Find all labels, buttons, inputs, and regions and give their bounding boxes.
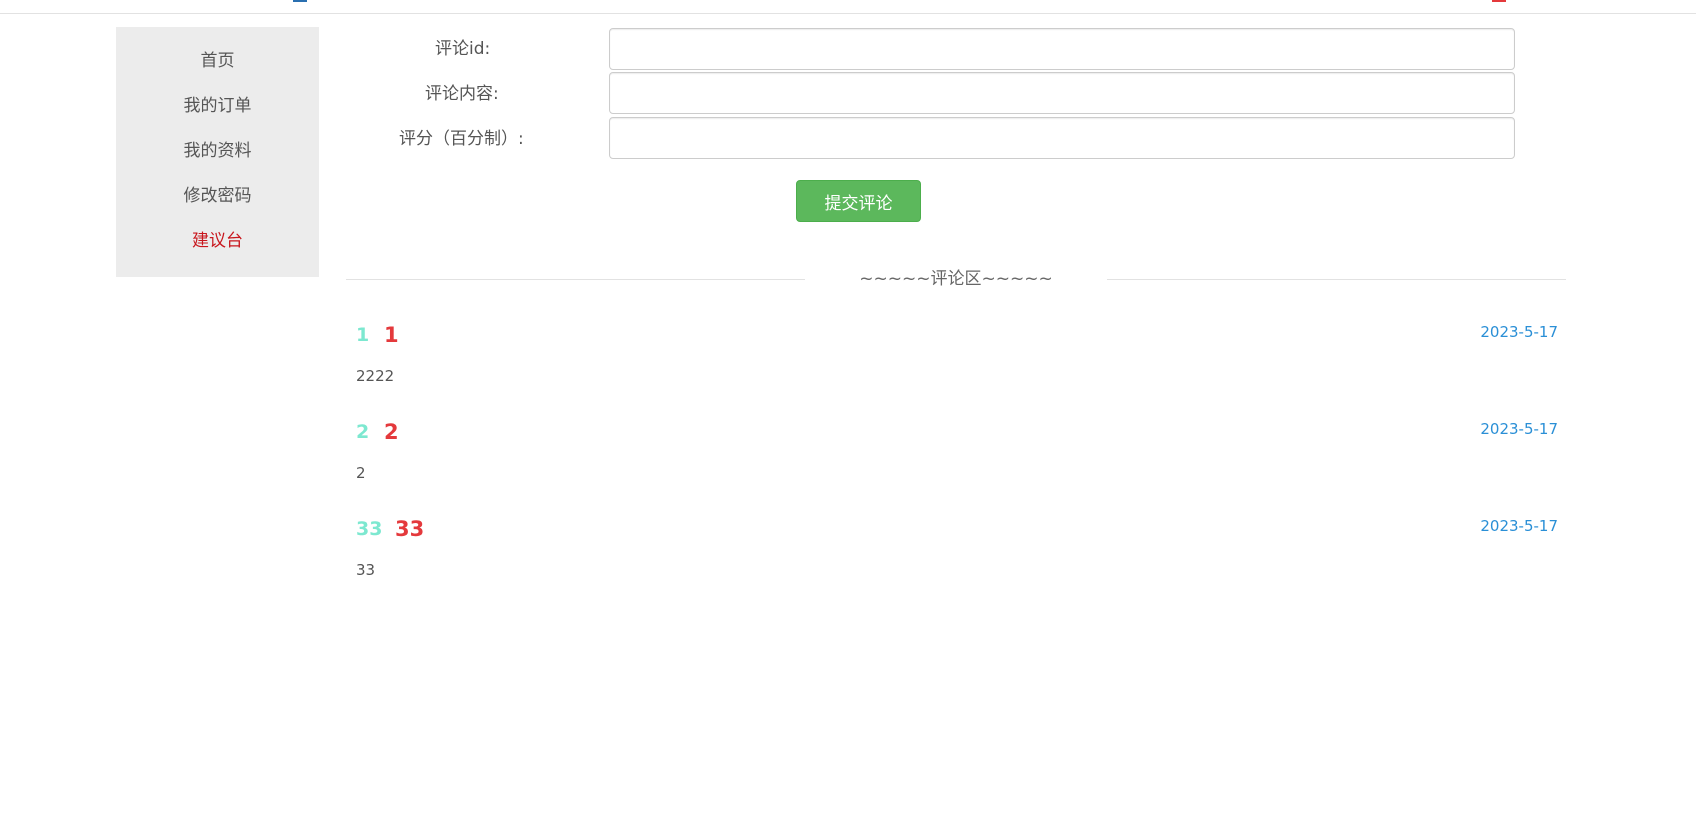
- submit-comment-button[interactable]: 提交评论: [796, 180, 921, 222]
- score-input[interactable]: [609, 117, 1515, 159]
- comment-id-input[interactable]: [609, 28, 1515, 70]
- comment-content: 2222: [356, 367, 395, 385]
- comment-id: 2: [356, 421, 370, 443]
- comment-date: 2023-5-17: [1480, 323, 1558, 341]
- sidebar-item-change-password[interactable]: 修改密码: [116, 185, 319, 207]
- comment-item: 33 33 2023-5-17 33: [356, 516, 1558, 606]
- comment-date: 2023-5-17: [1480, 420, 1558, 438]
- comment-id: 1: [356, 324, 370, 346]
- comment-section-title: ~~~~~评论区~~~~~: [859, 269, 1053, 289]
- comment-content: 2: [356, 464, 366, 482]
- sidebar-item-home[interactable]: 首页: [116, 50, 319, 72]
- divider-left: [346, 279, 805, 280]
- comment-id-label: 评论id:: [435, 39, 491, 59]
- divider-right: [1107, 279, 1566, 280]
- sidebar-item-my-orders[interactable]: 我的订单: [116, 95, 319, 117]
- nav-icon-blue[interactable]: [293, 0, 307, 2]
- comment-score: 2: [384, 420, 399, 444]
- comment-date: 2023-5-17: [1480, 517, 1558, 535]
- nav-icon-red[interactable]: [1492, 0, 1506, 2]
- comment-score: 33: [395, 517, 425, 541]
- comment-id: 33: [356, 518, 383, 540]
- comment-content: 33: [356, 561, 376, 579]
- comment-content-label: 评论内容:: [425, 84, 499, 104]
- comment-item: 2 2 2023-5-17 2: [356, 419, 1558, 509]
- comment-content-input[interactable]: [609, 72, 1515, 114]
- top-nav-bar: [0, 0, 1696, 14]
- sidebar: 首页 我的订单 我的资料 修改密码 建议台: [116, 27, 319, 277]
- sidebar-item-suggestions[interactable]: 建议台: [116, 230, 319, 252]
- score-label: 评分（百分制）:: [399, 129, 524, 149]
- comment-item: 1 1 2023-5-17 2222: [356, 322, 1558, 412]
- sidebar-item-my-profile[interactable]: 我的资料: [116, 140, 319, 162]
- comment-score: 1: [384, 323, 399, 347]
